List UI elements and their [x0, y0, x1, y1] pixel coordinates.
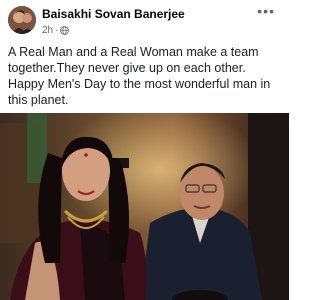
author-avatar[interactable] — [8, 6, 36, 34]
meta-separator: · — [55, 24, 59, 36]
avatar-image — [8, 6, 36, 34]
facebook-post: Baisakhi Sovan Banerjee 2h · ••• A Real … — [0, 0, 289, 300]
post-meta: 2h · — [42, 24, 70, 36]
globe-icon[interactable] — [60, 25, 70, 35]
post-header: Baisakhi Sovan Banerjee 2h · ••• — [0, 0, 289, 44]
post-caption: A Real Man and a Real Woman make a team … — [8, 44, 286, 108]
couple-photo — [0, 113, 289, 300]
more-options-icon[interactable]: ••• — [257, 4, 275, 18]
post-time[interactable]: 2h — [42, 25, 53, 36]
author-name[interactable]: Baisakhi Sovan Banerjee — [42, 7, 185, 21]
caption-line-2: Happy Men's Day to the most wonderful ma… — [8, 77, 271, 107]
post-photo[interactable] — [0, 113, 289, 300]
caption-line-1: A Real Man and a Real Woman make a team … — [8, 45, 259, 75]
